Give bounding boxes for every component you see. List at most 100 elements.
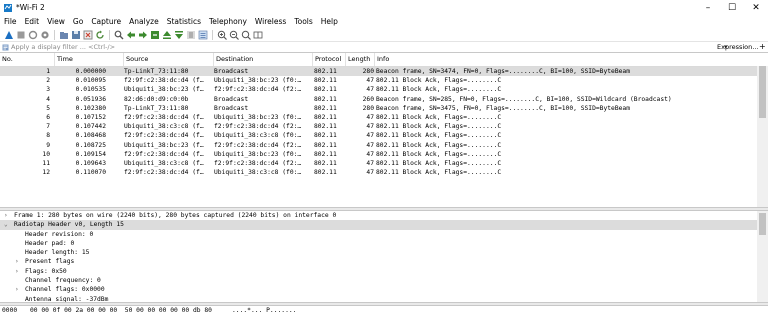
packet-cell-length: 260 (362, 95, 374, 103)
detail-tree-text: Header revision: 0 (25, 230, 94, 238)
packet-row[interactable]: 6 0.107152 f2:9f:c2:38:dc:d4 (f… Ubiquiti_3… (0, 113, 768, 122)
add-filter-button[interactable]: + (759, 42, 766, 52)
column-header-no[interactable]: No. (0, 53, 55, 66)
reload-file-icon[interactable] (94, 29, 105, 40)
find-packet-icon[interactable] (113, 29, 124, 40)
column-header-protocol[interactable]: Protocol (313, 53, 346, 66)
menu-edit[interactable]: Edit (21, 16, 44, 28)
packet-row[interactable]: 11 0.109643 Ubiquiti_38:c3:c8 (f… f2:9f:c2:… (0, 159, 768, 168)
packet-row[interactable]: 8 0.108468 f2:9f:c2:38:dc:d4 (f… Ubiquiti_3… (0, 131, 768, 140)
colorize-icon[interactable] (197, 29, 208, 40)
minimize-button[interactable]: – (696, 0, 720, 16)
detail-tree-row[interactable]: Channel frequency: 0 (0, 276, 768, 285)
display-filter-input[interactable]: Apply a display filter ... <Ctrl-/> (2, 43, 702, 52)
details-scrollbar[interactable] (757, 211, 768, 302)
packet-cell-protocol: 802.11 (314, 68, 337, 75)
packet-cell-length: 47 (366, 86, 374, 94)
close-file-icon[interactable] (82, 29, 93, 40)
detail-tree-row[interactable]: ⌄ Radiotap Header v0, Length 15 (0, 220, 768, 230)
column-header-length[interactable]: Length (346, 53, 375, 66)
collapsed-arrow-icon[interactable]: › (4, 211, 10, 220)
packet-row[interactable]: 2 0.010095 f2:9f:c2:38:dc:d4 (f… Ubiquiti_3… (0, 76, 768, 85)
menu-wireless[interactable]: Wireless (251, 16, 290, 28)
menu-tools[interactable]: Tools (290, 16, 316, 28)
detail-tree-text: Channel frequency: 0 (25, 277, 101, 285)
expanded-arrow-icon[interactable]: ⌄ (4, 220, 10, 229)
packet-cell-info: 802.11 Block Ack, Flags=........C (376, 150, 502, 158)
display-filter-bar: Apply a display filter ... <Ctrl-/> ▾ Ex… (0, 42, 768, 53)
packet-cell-info: Beacon frame, SN=285, FN=0, Flags=......… (376, 95, 672, 103)
column-header-time[interactable]: Time (55, 53, 124, 66)
bytes-hex[interactable]: 00 00 0f 00 2a 00 00 00 50 00 00 00 00 0… (30, 306, 212, 315)
menu-view[interactable]: View (43, 16, 69, 28)
packet-cell-protocol: 802.11 (314, 141, 337, 149)
menu-file[interactable]: File (0, 16, 21, 28)
packet-cell-destination: Broadcast (214, 104, 249, 112)
column-header-destination[interactable]: Destination (214, 53, 313, 66)
packet-row[interactable]: 7 0.107442 Ubiquiti_38:c3:c8 (f… f2:9f:c2:3… (0, 122, 768, 131)
packet-cell-no: 2 (46, 77, 50, 85)
window-title: *Wi-Fi 2 (16, 3, 45, 12)
packet-cell-time: 0.110070 (75, 169, 106, 177)
packet-row[interactable]: 9 0.108725 Ubiquiti_38:bc:23 (f… f2:9f:c2:3… (0, 141, 768, 150)
detail-tree-text: Header length: 15 (25, 249, 90, 257)
detail-tree-row[interactable]: Header pad: 0 (0, 239, 768, 248)
open-file-icon[interactable] (58, 29, 69, 40)
column-header-source[interactable]: Source (124, 53, 214, 66)
collapsed-arrow-icon[interactable]: › (15, 285, 21, 294)
filter-bookmark-icon[interactable] (2, 44, 9, 51)
packet-cell-info: 802.11 Block Ack, Flags=........C (376, 169, 502, 177)
maximize-button[interactable]: ☐ (720, 0, 744, 16)
last-packet-icon[interactable] (173, 29, 184, 40)
packet-row[interactable]: 3 0.010535 Ubiquiti_38:bc:23 (f… f2:9f:c2:3… (0, 85, 768, 94)
collapsed-arrow-icon[interactable]: › (15, 257, 21, 266)
bytes-ascii[interactable]: ....*... P....... (232, 306, 296, 315)
zoom-normal-icon[interactable] (240, 29, 251, 40)
collapsed-arrow-icon[interactable]: › (15, 267, 21, 276)
detail-tree-row[interactable]: › Present flags (0, 257, 768, 266)
go-forward-icon[interactable] (137, 29, 148, 40)
packet-list-scrollbar[interactable] (757, 66, 768, 207)
save-file-icon[interactable] (70, 29, 81, 40)
menu-telephony[interactable]: Telephony (205, 16, 251, 28)
menu-analyze[interactable]: Analyze (125, 16, 163, 28)
zoom-out-icon[interactable] (228, 29, 239, 40)
first-packet-icon[interactable] (161, 29, 172, 40)
shark-fin-start-icon[interactable] (3, 29, 14, 40)
detail-tree-row[interactable]: Header length: 15 (0, 248, 768, 257)
expression-button[interactable]: Expression… (717, 42, 759, 52)
capture-options-icon[interactable] (39, 29, 50, 40)
auto-scroll-icon[interactable] (185, 29, 196, 40)
detail-tree-row[interactable]: › Channel flags: 0x0000 (0, 285, 768, 294)
packet-row[interactable]: 1 0.000000 Tp-LinkT_73:11:80 Broadcast 802.1… (0, 67, 768, 77)
column-header-info[interactable]: Info (375, 53, 757, 66)
detail-tree-row[interactable]: › Flags: 0x50 (0, 267, 768, 276)
packet-row[interactable]: 10 0.109154 f2:9f:c2:38:dc:d4 (f… Ubiquiti_… (0, 150, 768, 159)
menu-capture[interactable]: Capture (87, 16, 125, 28)
zoom-in-icon[interactable] (216, 29, 227, 40)
packet-cell-length: 280 (362, 104, 374, 112)
packet-row[interactable]: 5 0.102380 Tp-LinkT_73:11:80 Broadcast 802.1… (0, 104, 768, 113)
packet-cell-length: 47 (366, 113, 374, 121)
packet-cell-destination: Ubiquiti_38:bc:23 (f0:… (214, 77, 302, 85)
packet-cell-destination: Broadcast (214, 68, 249, 75)
menu-help[interactable]: Help (317, 16, 342, 28)
scrollbar-thumb[interactable] (759, 213, 766, 235)
menu-statistics[interactable]: Statistics (163, 16, 205, 28)
restart-capture-icon[interactable] (27, 29, 38, 40)
scrollbar-thumb[interactable] (759, 66, 766, 118)
wireshark-app-icon (4, 4, 12, 12)
detail-tree-row[interactable]: Antenna signal: -37dBm (0, 295, 768, 302)
resize-columns-icon[interactable] (252, 29, 263, 40)
go-to-packet-icon[interactable] (149, 29, 160, 40)
menu-go[interactable]: Go (69, 16, 87, 28)
go-back-icon[interactable] (125, 29, 136, 40)
title-bar: *Wi-Fi 2 – ☐ ✕ (0, 0, 768, 16)
packet-row[interactable]: 12 0.110070 f2:9f:c2:38:dc:d4 (f… Ubiquiti_… (0, 168, 768, 177)
packet-cell-protocol: 802.11 (314, 86, 337, 94)
detail-tree-row[interactable]: › Frame 1: 280 bytes on wire (2240 bits),… (0, 211, 768, 220)
close-button[interactable]: ✕ (744, 0, 768, 16)
stop-capture-icon[interactable] (15, 29, 26, 40)
detail-tree-row[interactable]: Header revision: 0 (0, 230, 768, 239)
packet-row[interactable]: 4 0.051936 82:d6:d0:d9:c0:0b Broadcast 802.1… (0, 95, 768, 104)
